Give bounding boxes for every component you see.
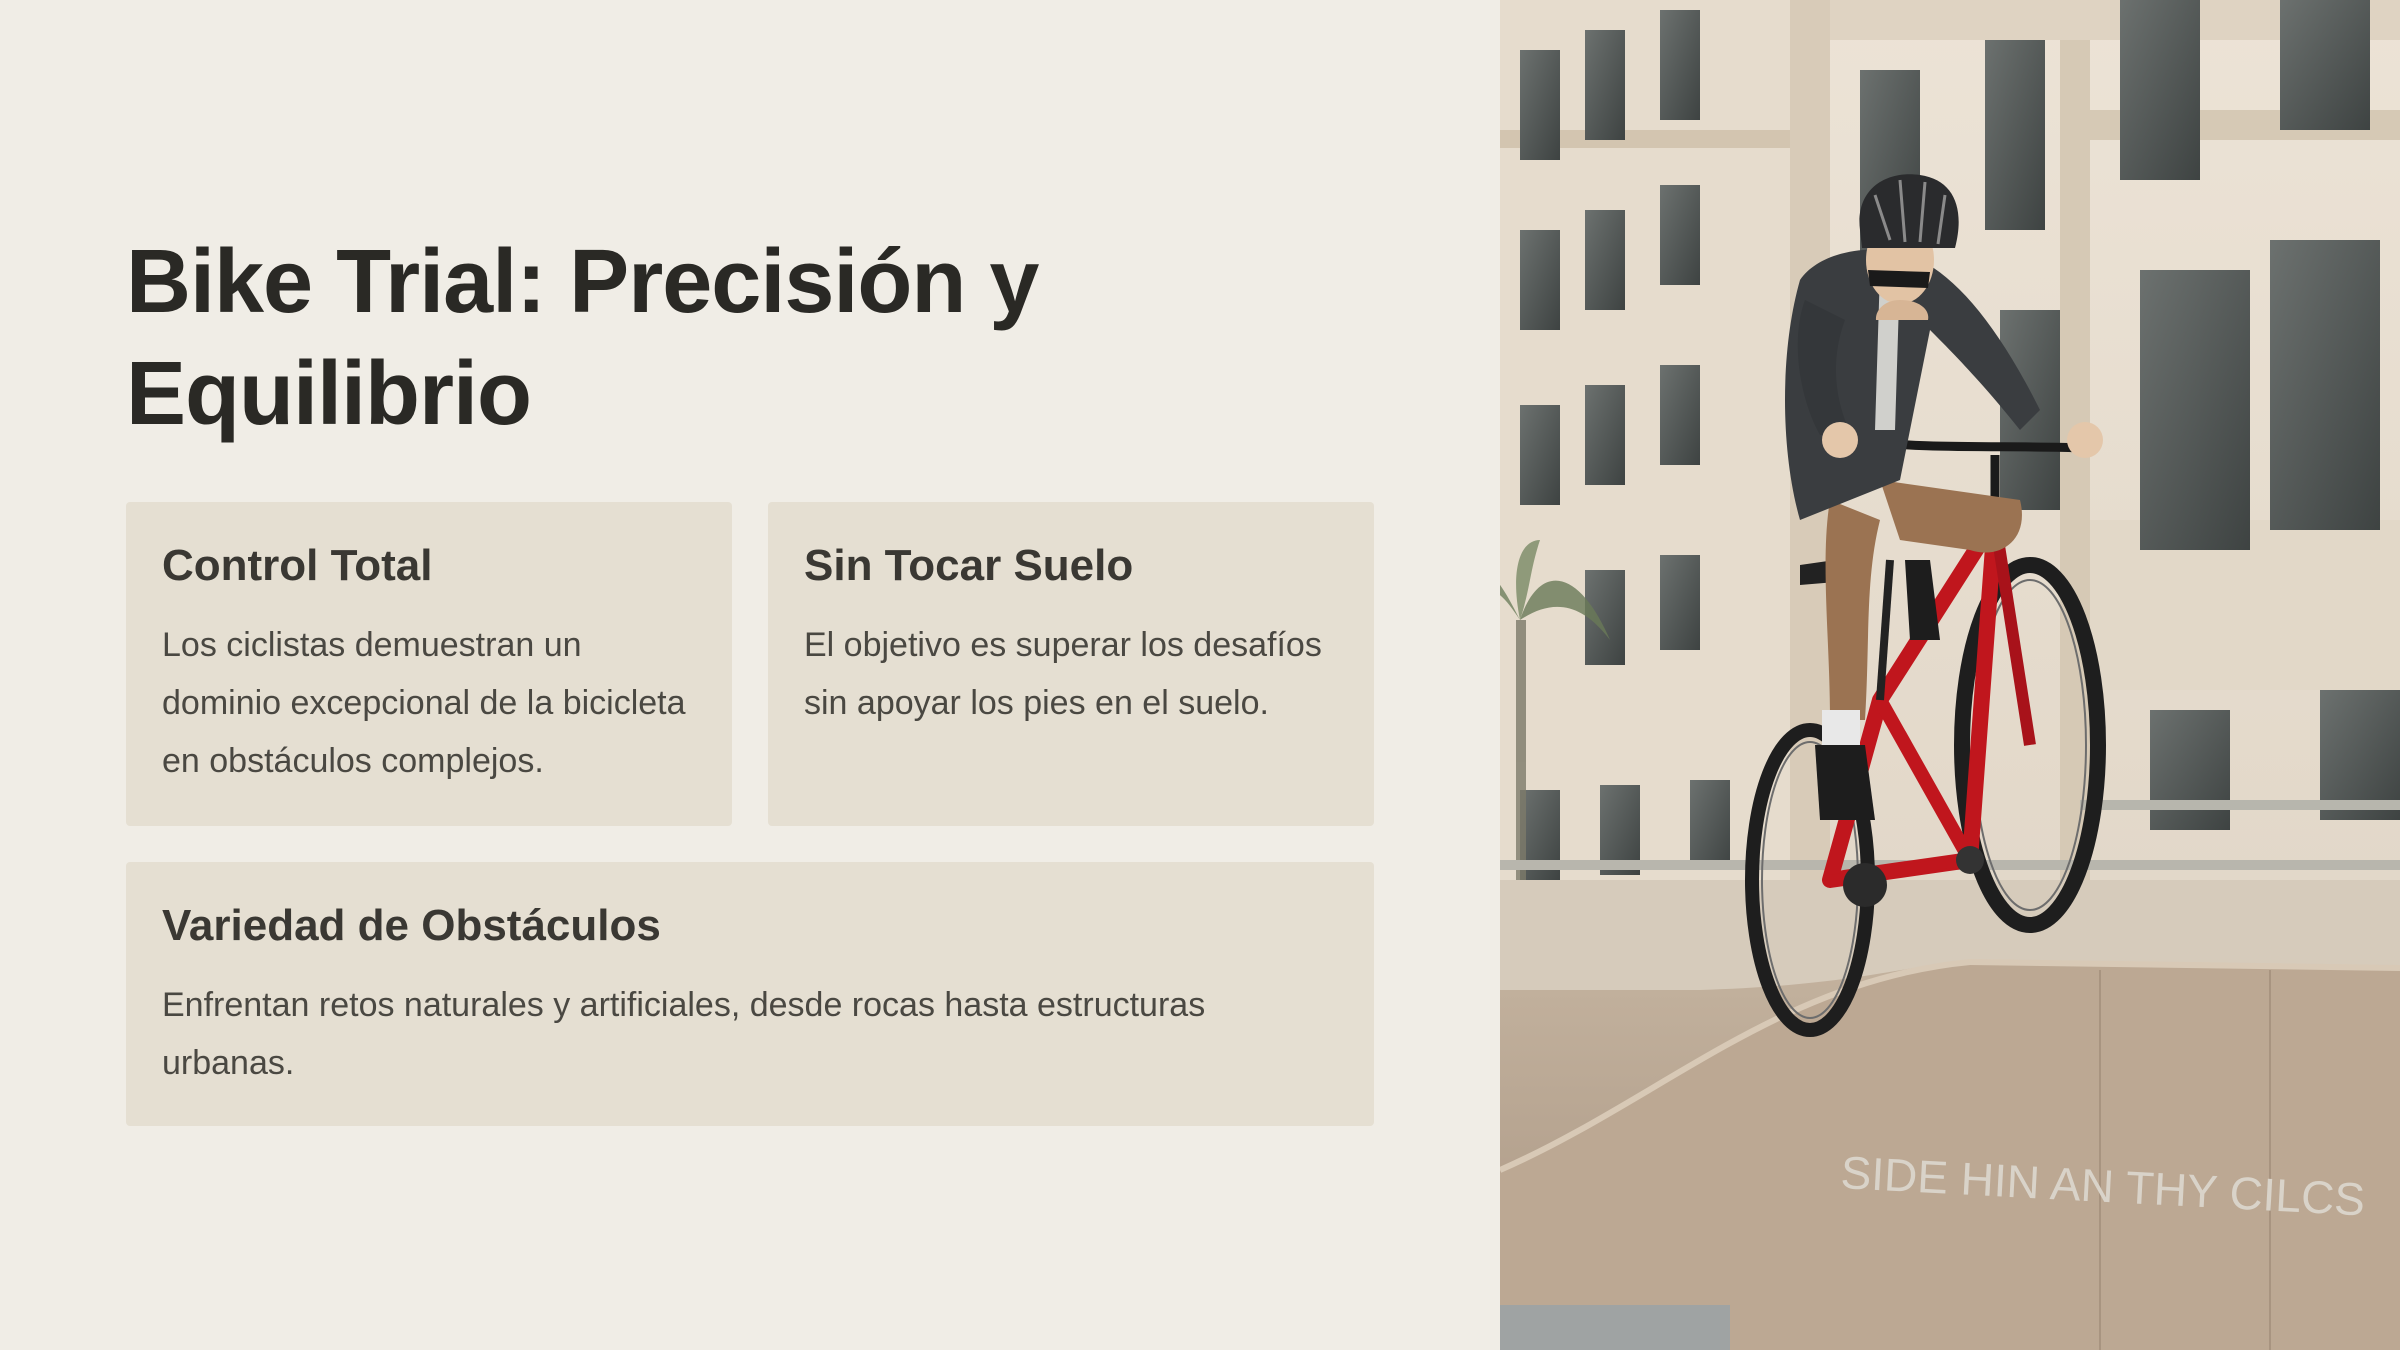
feature-card-no-touch: Sin Tocar Suelo El objetivo es superar l… bbox=[768, 502, 1374, 826]
cyclist-photo: SIDE HIN AN THY CILCS bbox=[1500, 0, 2400, 1350]
slide-text-panel: Bike Trial: Precisión y Equilibrio Contr… bbox=[0, 0, 1500, 1350]
card-heading: Sin Tocar Suelo bbox=[804, 541, 1134, 590]
card-body: Los ciclistas demuestran un dominio exce… bbox=[162, 626, 686, 780]
card-body: El objetivo es superar los desafíos sin … bbox=[804, 626, 1322, 722]
feature-card-obstacles: Variedad de Obstáculos Enfrentan retos n… bbox=[126, 862, 1374, 1126]
cyclist-illustration: SIDE HIN AN THY CILCS bbox=[1500, 0, 2400, 1350]
feature-card-control: Control Total Los ciclistas demuestran u… bbox=[126, 502, 732, 826]
card-body: Enfrentan retos naturales y artificiales… bbox=[162, 986, 1206, 1082]
slide-title: Bike Trial: Precisión y Equilibrio bbox=[126, 232, 1039, 444]
card-heading: Variedad de Obstáculos bbox=[162, 901, 661, 950]
card-heading: Control Total bbox=[162, 541, 433, 590]
